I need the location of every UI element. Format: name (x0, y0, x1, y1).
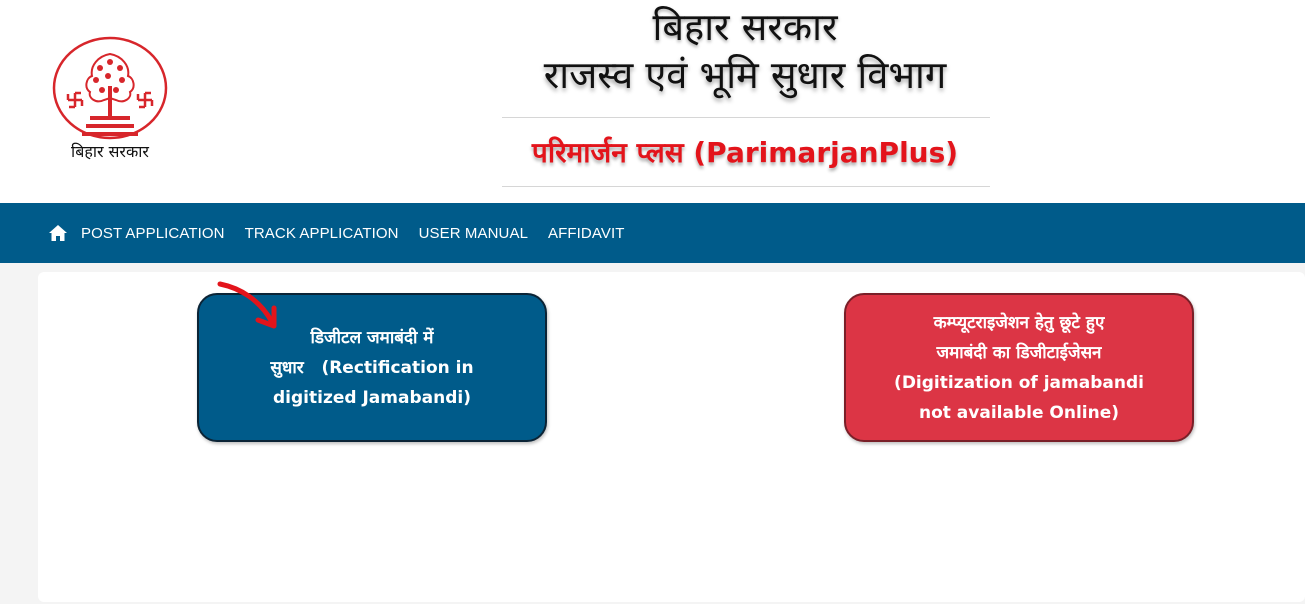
home-icon (49, 225, 67, 241)
rectification-card-button[interactable]: डिजीटल जमाबंदी में सुधार (Rectification … (197, 293, 547, 442)
site-header: बिहार सरकार बिहार सरकार राजस्व एवं भूमि … (0, 0, 1305, 203)
digitization-line-3: (Digitization of jamabandi (894, 372, 1144, 393)
header-divider-top (502, 117, 990, 118)
nav-post-application[interactable]: POST APPLICATION (81, 225, 225, 242)
logo-caption: बिहार सरकार (71, 142, 149, 161)
digitization-line-2: जमाबंदी का डिजीटाईजेसन (936, 342, 1102, 363)
rectification-line-1: डिजीटल जमाबंदी में (310, 327, 434, 348)
digitization-line-1: कम्प्यूटराइजेशन हेतु छूटे हुए (933, 312, 1105, 333)
page-title-state: बिहार सरकार (652, 5, 838, 49)
digitization-card-button[interactable]: कम्प्यूटराइजेशन हेतु छूटे हुए जमाबंदी का… (844, 293, 1194, 442)
nav-affidavit[interactable]: AFFIDAVIT (548, 225, 624, 242)
page-subtitle: परिमार्जन प्लस (ParimarjanPlus) (531, 136, 959, 169)
header-divider-bottom (502, 186, 990, 187)
page-title-department: राजस्व एवं भूमि सुधार विभाग (543, 53, 947, 97)
rectification-line-2: सुधार (Rectification in (270, 357, 474, 378)
nav-track-application[interactable]: TRACK APPLICATION (245, 225, 399, 242)
digitization-line-4: not available Online) (918, 402, 1120, 423)
nav-user-manual[interactable]: USER MANUAL (419, 225, 528, 242)
main-navbar: POST APPLICATION TRACK APPLICATION USER … (0, 203, 1305, 263)
nav-home-link[interactable] (49, 223, 69, 243)
rectification-line-3: digitized Jamabandi) (273, 387, 471, 408)
